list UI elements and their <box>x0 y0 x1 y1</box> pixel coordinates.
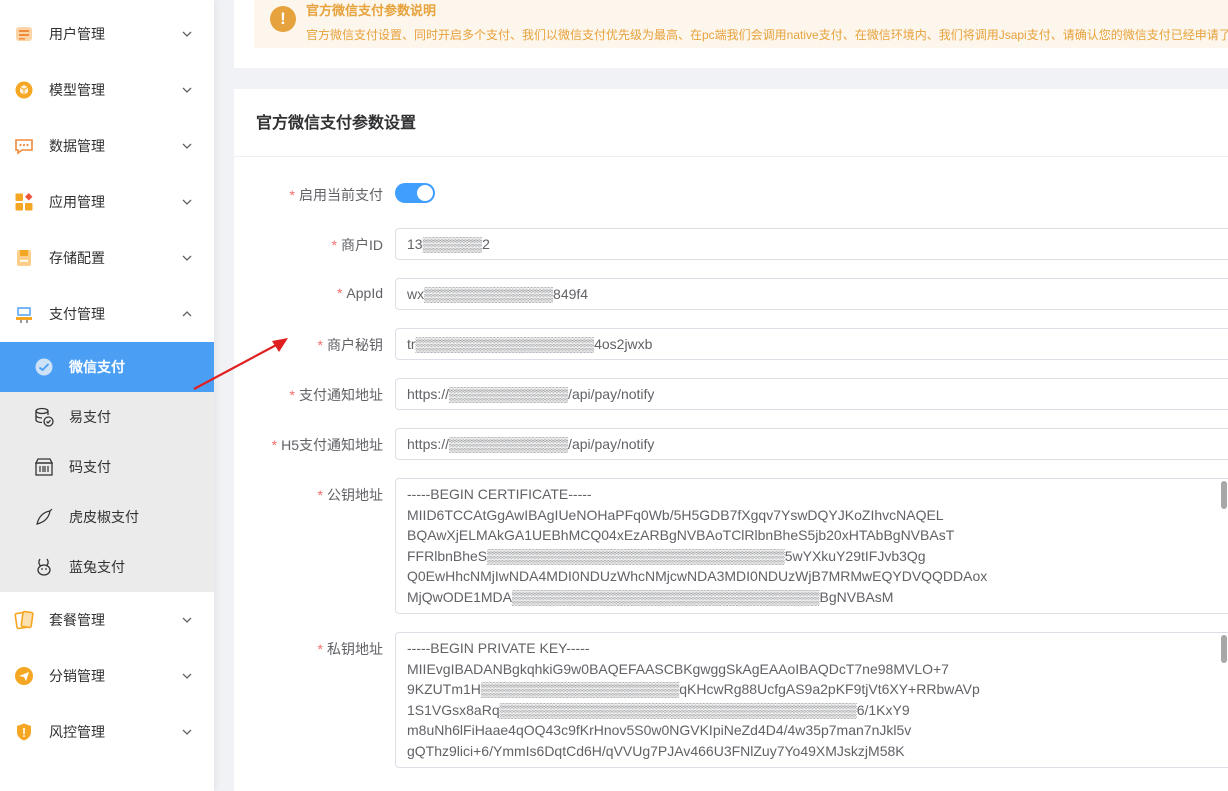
menu-label: 支付管理 <box>49 306 105 322</box>
h5-notify-url-input[interactable]: https://▒▒▒▒▒▒▒▒▒▒▒▒/api/pay/notify <box>395 428 1228 460</box>
menu-label: 用户管理 <box>49 26 105 42</box>
chevron-down-icon <box>182 617 192 623</box>
public-key-label: * 公钥地址 <box>317 487 383 503</box>
menu-label: 分销管理 <box>49 668 105 684</box>
apps-icon <box>14 192 34 212</box>
rabbit-icon <box>33 556 55 578</box>
menu-model-management[interactable]: 模型管理 <box>0 62 214 118</box>
pepper-icon <box>33 506 55 528</box>
menu-data-management[interactable]: 数据管理 <box>0 118 214 174</box>
menu-user-management[interactable]: 用户管理 <box>0 6 214 62</box>
notice-alert: ! 官方微信支付参数说明 官方微信支付设置、同时开启多个支付、我们以微信支付优先… <box>254 0 1228 48</box>
menu-payment-management[interactable]: 支付管理 <box>0 286 214 342</box>
alert-title: 官方微信支付参数说明 <box>306 3 437 18</box>
menu-label: 数据管理 <box>49 138 105 154</box>
chevron-down-icon <box>182 87 192 93</box>
chevron-down-icon <box>182 673 192 679</box>
card-icon <box>14 610 34 630</box>
public-key-textarea[interactable]: -----BEGIN CERTIFICATE----- MIID6TCCAtGg… <box>395 478 1228 614</box>
menu-app-management[interactable]: 应用管理 <box>0 174 214 230</box>
warning-icon: ! <box>270 6 296 32</box>
cube-icon <box>14 80 34 100</box>
menu-distribution-management[interactable]: 分销管理 <box>0 648 214 704</box>
card-title: 官方微信支付参数设置 <box>256 115 417 132</box>
chevron-down-icon <box>182 143 192 149</box>
merchant-secret-input[interactable]: tr▒▒▒▒▒▒▒▒▒▒▒▒▒▒▒▒▒▒4os2jwxb <box>395 328 1228 360</box>
appid-label: * AppId <box>336 285 383 301</box>
submenu-label: 码支付 <box>69 459 111 475</box>
chat-icon <box>14 136 34 156</box>
menu-risk-management[interactable]: 风控管理 <box>0 704 214 760</box>
menu-package-management[interactable]: 套餐管理 <box>0 592 214 648</box>
merchant-id-input[interactable]: 13▒▒▒▒▒▒2 <box>395 228 1228 260</box>
submenu-label: 虎皮椒支付 <box>69 509 139 525</box>
chevron-down-icon <box>182 31 192 37</box>
h5-notify-url-label: * H5支付通知地址 <box>271 437 383 453</box>
notice-card: ! 官方微信支付参数说明 官方微信支付设置、同时开启多个支付、我们以微信支付优先… <box>234 0 1228 68</box>
enable-label: * 启用当前支付 <box>289 187 383 203</box>
submenu-label: 蓝兔支付 <box>69 559 125 575</box>
card-header: 官方微信支付参数设置 <box>234 89 1228 157</box>
menu-label: 应用管理 <box>49 194 105 210</box>
submenu-code-pay[interactable]: 码支付 <box>0 442 214 492</box>
sidebar: 用户管理 模型管理 数据管理 应用管理 存储配置 支付管理 微信支付 易支付 码… <box>0 0 214 791</box>
alert-description: 官方微信支付设置、同时开启多个支付、我们以微信支付优先级为最高、在pc端我们会调… <box>306 28 1228 42</box>
public-key-scrollbar[interactable] <box>1221 481 1227 509</box>
menu-label: 模型管理 <box>49 82 105 98</box>
user-icon <box>14 24 34 44</box>
private-key-textarea[interactable]: -----BEGIN PRIVATE KEY----- MIIEvgIBADAN… <box>395 632 1228 768</box>
notify-url-label: * 支付通知地址 <box>289 387 383 403</box>
wechat-icon <box>33 356 55 378</box>
merchant-id-label: * 商户ID <box>331 237 383 253</box>
toggle-knob <box>417 185 433 201</box>
menu-storage-config[interactable]: 存储配置 <box>0 230 214 286</box>
submenu-wechat-pay[interactable]: 微信支付 <box>0 342 214 392</box>
merchant-secret-label: * 商户秘钥 <box>317 337 383 353</box>
enable-toggle[interactable] <box>395 183 435 203</box>
coins-icon <box>33 406 55 428</box>
private-key-scrollbar[interactable] <box>1221 635 1227 663</box>
private-key-label: * 私钥地址 <box>317 641 383 657</box>
payment-icon <box>14 304 34 324</box>
chevron-up-icon <box>182 311 192 317</box>
shield-icon <box>14 722 34 742</box>
submenu-label: 微信支付 <box>69 359 125 375</box>
submenu-hupijiao-pay[interactable]: 虎皮椒支付 <box>0 492 214 542</box>
submenu-lantu-pay[interactable]: 蓝兔支付 <box>0 542 214 592</box>
qr-shop-icon <box>33 456 55 478</box>
chevron-down-icon <box>182 729 192 735</box>
chevron-down-icon <box>182 199 192 205</box>
appid-input[interactable]: wx▒▒▒▒▒▒▒▒▒▒▒▒▒849f4 <box>395 278 1228 310</box>
chevron-down-icon <box>182 255 192 261</box>
submenu-epay[interactable]: 易支付 <box>0 392 214 442</box>
storage-icon <box>14 248 34 268</box>
menu-label: 存储配置 <box>49 250 105 266</box>
menu-label: 风控管理 <box>49 724 105 740</box>
send-icon <box>14 666 34 686</box>
menu-label: 套餐管理 <box>49 612 105 628</box>
notify-url-input[interactable]: https://▒▒▒▒▒▒▒▒▒▒▒▒/api/pay/notify <box>395 378 1228 410</box>
submenu-label: 易支付 <box>69 409 111 425</box>
